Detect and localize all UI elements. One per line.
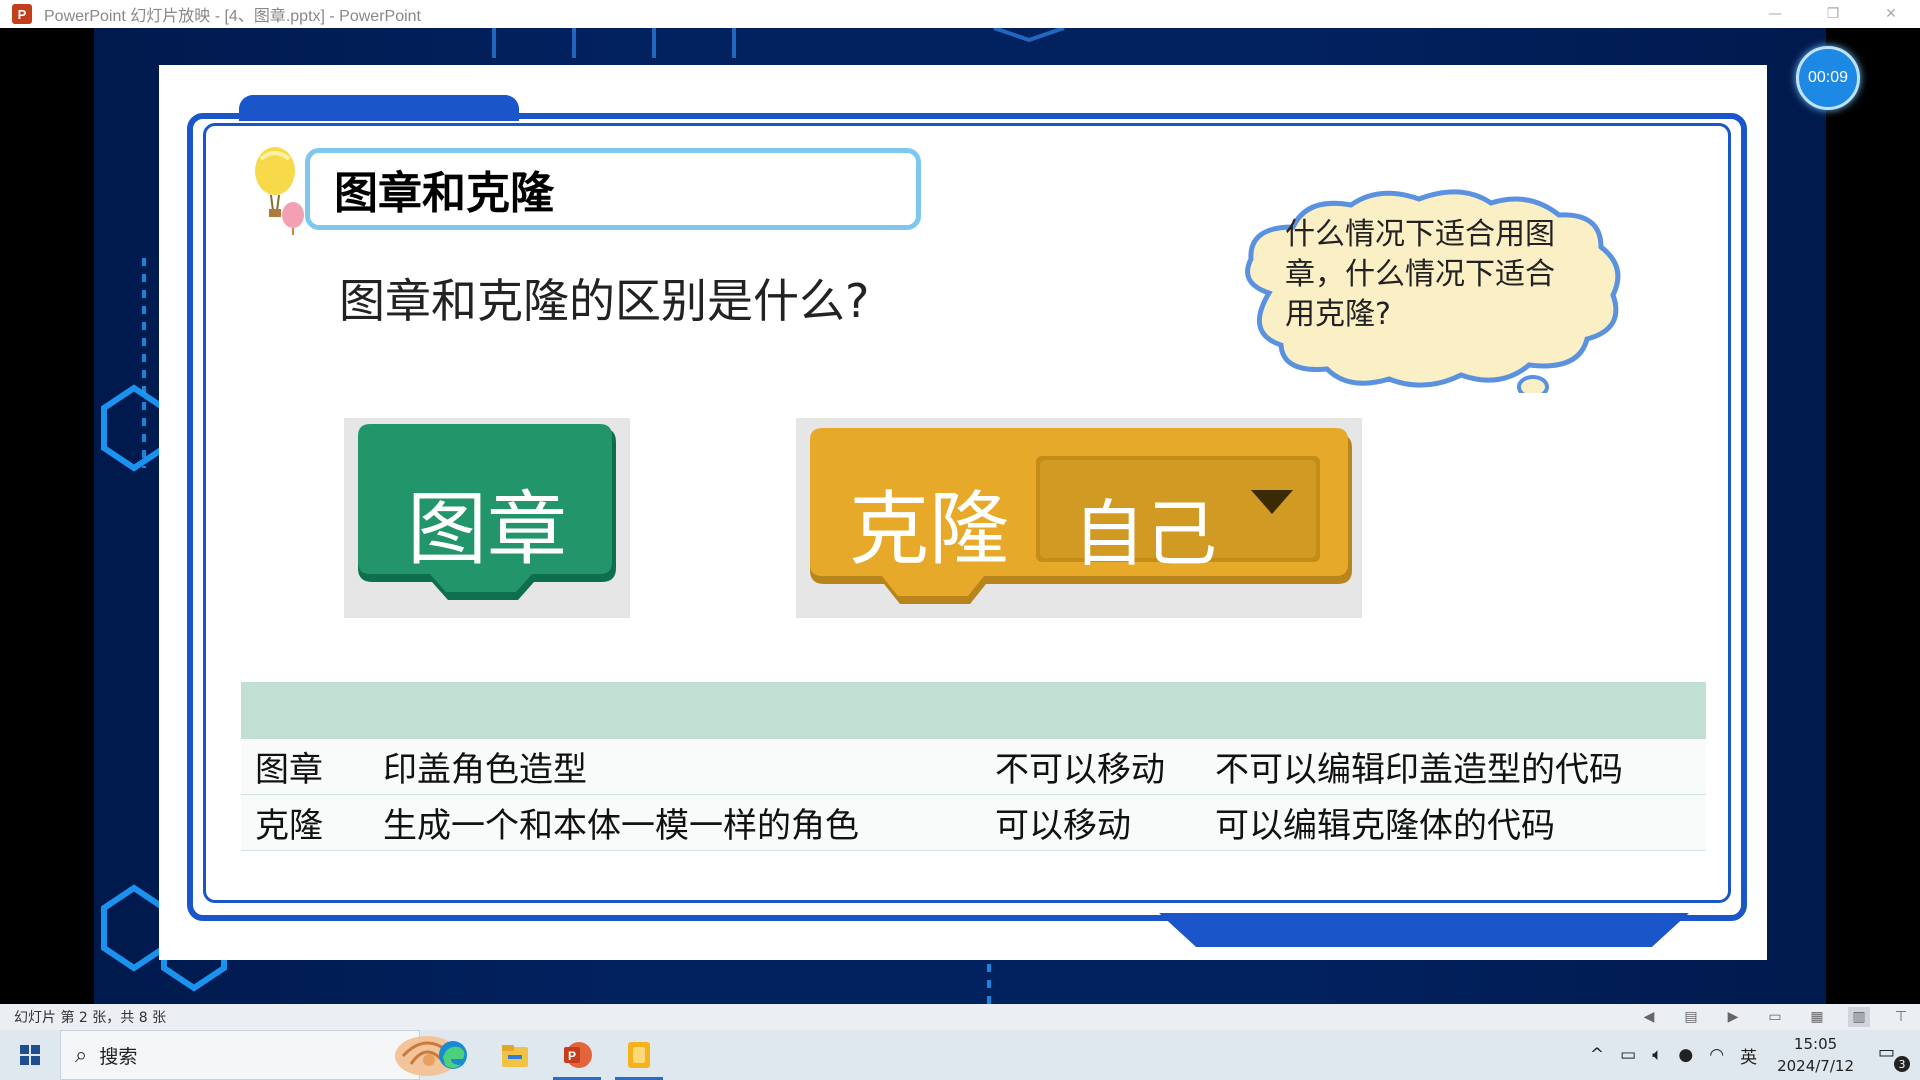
clock-date: 2024/7/12 [1777,1057,1854,1075]
slide-count: 幻灯片 第 2 张，共 8 张 [14,1010,167,1026]
slide-menu-icon[interactable]: ▤ [1680,1007,1702,1027]
table-cell: 克隆 [255,806,323,846]
powerpoint-app-icon: P [12,4,32,24]
normal-view-icon[interactable]: ▭ [1764,1007,1786,1027]
window-title: PowerPoint 幻灯片放映 - [4、图章.pptx] - PowerPo… [44,8,422,25]
table-cell: 不可以移动 [995,750,1165,790]
slideshow-stage[interactable]: 00:09 图章和克隆 图章和克隆的区别是什么? 什么情况下适合用图章，什么情况… [0,28,1920,1004]
edge-icon [439,1041,467,1069]
minimize-button[interactable]: — [1746,0,1804,28]
svg-text:P: P [568,1049,576,1063]
message-icon: ▭ [1878,1042,1896,1063]
clock[interactable]: 15:05 2024/7/12 [1777,1033,1854,1077]
table-row: 图章 印盖角色造型 不可以移动 不可以编辑印盖造型的代码 [241,739,1706,795]
volume-icon[interactable]: 🔈︎ [1652,1045,1662,1065]
balloon-icon [255,147,304,235]
slide-heading: 图章和克隆 [334,168,554,219]
status-bar-controls: ◀ ▤ ▶ ▭ ▦ ▥ ⊤ [1638,1007,1912,1027]
cloud-text: 什么情况下适合用图章，什么情况下适合用克隆? [1285,217,1555,332]
comparison-table: 图章 印盖角色造型 不可以移动 不可以编辑印盖造型的代码 克隆 生成一个和本体一… [241,682,1706,851]
table-cell: 可以编辑克隆体的代码 [1215,806,1555,846]
search-placeholder: 搜索 [99,1045,138,1068]
taskbar: ⌕ 搜索 P ^ ▭ 🔈︎ ● ◠ 英 15:05 2024/7/12 ▭ 3 [0,1030,1920,1080]
slide-question: 图章和克隆的区别是什么? [339,274,870,328]
clone-dropdown-value: 自己 [1073,492,1218,576]
slide-sorter-icon[interactable]: ▦ [1806,1007,1828,1027]
battery-icon[interactable]: ▭ [1620,1045,1636,1065]
notification-button[interactable]: ▭ 3 [1878,1042,1910,1072]
taskbar-powerpoint[interactable]: P [553,1035,601,1080]
slideshow-view-icon[interactable]: ⊤ [1890,1007,1912,1027]
folder-icon [502,1045,528,1067]
reading-view-icon[interactable]: ▥ [1848,1007,1870,1027]
taskbar-search[interactable]: ⌕ 搜索 [60,1030,459,1080]
table-cell: 印盖角色造型 [383,750,587,790]
previous-slide-icon[interactable]: ◀ [1638,1007,1660,1027]
slide-heading-box: 图章和克隆 [305,148,921,230]
taskbar-edge[interactable] [433,1035,473,1075]
clone-block-label: 克隆 [849,483,1009,576]
table-cell: 不可以编辑印盖造型的代码 [1215,750,1623,790]
chevron-up-icon[interactable]: ^ [1590,1045,1604,1065]
microphone-icon[interactable]: ● [1678,1045,1693,1065]
system-tray: ^ ▭ 🔈︎ ● ◠ 英 15:05 2024/7/12 ▭ 3 [1590,1030,1920,1080]
next-slide-icon[interactable]: ▶ [1722,1007,1744,1027]
table-cell: 图章 [255,750,323,790]
table-cell: 生成一个和本体一模一样的角色 [383,806,859,846]
slide: 图章和克隆 图章和克隆的区别是什么? 什么情况下适合用图章，什么情况下适合用克隆… [159,65,1767,960]
start-button[interactable] [0,1030,60,1080]
presenter-timer: 00:09 [1796,46,1860,110]
wifi-icon[interactable]: ◠ [1709,1045,1724,1065]
restore-button[interactable]: ❐ [1804,0,1862,28]
clock-time: 15:05 [1793,1035,1838,1053]
table-cell: 可以移动 [995,806,1131,846]
frame-bottom-tab [1159,913,1689,947]
table-row: 克隆 生成一个和本体一模一样的角色 可以移动 可以编辑克隆体的代码 [241,795,1706,851]
powerpoint-icon: P [564,1042,592,1068]
taskbar-file-explorer[interactable] [495,1035,535,1075]
close-button[interactable]: ✕ [1862,0,1920,28]
window-controls: — ❐ ✕ [1746,0,1920,28]
status-bar: 幻灯片 第 2 张，共 8 张 ◀ ▤ ▶ ▭ ▦ ▥ ⊤ [0,1004,1920,1030]
stamp-block-label: 图章 [407,483,567,576]
taskbar-app-notes[interactable] [615,1035,663,1080]
window-title-bar: P PowerPoint 幻灯片放映 - [4、图章.pptx] - Power… [0,0,1920,28]
windows-icon [20,1045,40,1065]
table-header-row [241,682,1706,739]
input-language[interactable]: 英 [1740,1043,1757,1068]
notes-app-icon [628,1042,650,1068]
search-icon: ⌕ [75,1042,88,1068]
notification-badge: 3 [1894,1056,1910,1072]
